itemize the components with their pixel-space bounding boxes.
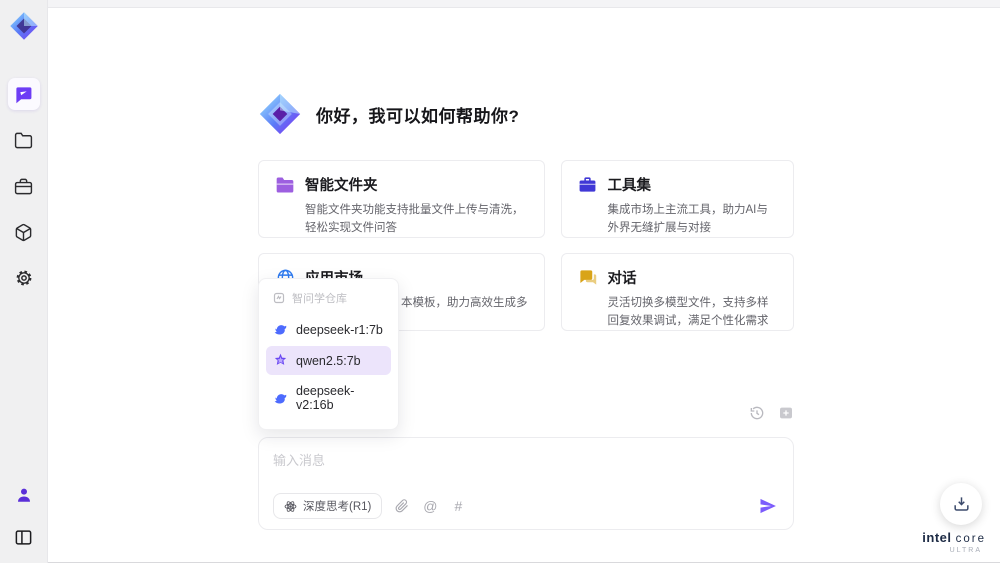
model-option-qwen[interactable]: qwen2.5:7b bbox=[266, 346, 391, 375]
model-option-label: deepseek-r1:7b bbox=[296, 322, 383, 337]
greeting: 你好，我可以如何帮助你? bbox=[258, 92, 519, 136]
sidebar-item-folders[interactable] bbox=[8, 124, 40, 156]
model-option-label: qwen2.5:7b bbox=[296, 353, 361, 368]
briefcase-icon bbox=[14, 178, 33, 194]
sidebar-item-chat[interactable] bbox=[7, 78, 40, 110]
history-icon[interactable] bbox=[748, 404, 765, 421]
send-button[interactable] bbox=[757, 495, 779, 517]
hashtag-icon[interactable]: # bbox=[450, 498, 466, 514]
sidebar bbox=[0, 0, 48, 563]
repo-label: 智问学仓库 bbox=[292, 293, 347, 305]
card-toolset[interactable]: 工具集 集成市场上主流工具，助力AI与外界无缝扩展与对接 bbox=[560, 160, 794, 238]
mini-window-icon[interactable] bbox=[777, 404, 794, 421]
window-top-strip bbox=[48, 0, 1000, 8]
sidebar-item-account[interactable] bbox=[8, 479, 40, 511]
card-description: 灵活切换多模型文件，支持多样回复效果调试，满足个性化需求 bbox=[607, 297, 769, 327]
sidebar-item-collapse-panel[interactable] bbox=[8, 521, 40, 553]
model-option-deepseek-v2[interactable]: deepseek-v2:16b bbox=[266, 377, 391, 419]
deep-think-toggle[interactable]: 深度思考(R1) bbox=[273, 493, 383, 519]
mention-icon[interactable]: @ bbox=[422, 498, 438, 514]
diamond-logo-icon bbox=[9, 12, 38, 40]
user-icon bbox=[17, 488, 30, 502]
intel-product-text: core bbox=[955, 532, 986, 545]
card-description: 智能文件夹功能支持批量文件上传与清洗，轻松实现文件问答 bbox=[305, 204, 524, 234]
page-title: 你好，我可以如何帮助你? bbox=[316, 106, 520, 126]
diamond-logo-icon bbox=[259, 93, 301, 135]
intel-brand-text: intel bbox=[922, 529, 952, 545]
gold-chat-icon bbox=[578, 268, 598, 288]
card-title: 对话 bbox=[607, 271, 637, 287]
card-smart-folder[interactable]: 智能文件夹 智能文件夹功能支持批量文件上传与清洗，轻松实现文件问答 bbox=[258, 160, 545, 238]
intel-core-badge: intel core ULTRA bbox=[922, 531, 986, 555]
card-description: 集成市场上主流工具，助力AI与外界无缝扩展与对接 bbox=[607, 204, 768, 234]
repo-icon bbox=[271, 291, 286, 306]
purple-folder-icon bbox=[275, 175, 295, 195]
gear-icon bbox=[16, 270, 31, 286]
folder-icon bbox=[14, 132, 33, 148]
sidebar-item-toolbox[interactable] bbox=[8, 170, 40, 202]
download-icon bbox=[953, 496, 969, 511]
intel-tier-text: ULTRA bbox=[949, 547, 982, 554]
sidebar-item-apps[interactable] bbox=[8, 216, 40, 248]
message-composer: 深度思考(R1) @ # bbox=[258, 437, 794, 530]
model-dropdown-menu: 智问学仓库 deepseek-r1:7b qwen2.5:7b deepseek… bbox=[258, 278, 399, 430]
model-option-label: deepseek-v2:16b bbox=[296, 384, 355, 412]
send-icon bbox=[760, 498, 776, 514]
panel-layout-icon bbox=[15, 529, 32, 545]
app-logo[interactable] bbox=[6, 8, 42, 44]
main-area: 你好，我可以如何帮助你? 智能文件夹 智能文件夹功能支持批量文件上传与清洗，轻松… bbox=[48, 0, 1000, 562]
message-input[interactable] bbox=[273, 450, 779, 490]
download-fab-button[interactable] bbox=[940, 483, 982, 525]
card-title: 工具集 bbox=[607, 178, 652, 194]
composer-toolbar: 深度思考(R1) @ # bbox=[273, 493, 779, 519]
sidebar-item-settings[interactable] bbox=[8, 262, 40, 294]
card-dialogue[interactable]: 对话 灵活切换多模型文件，支持多样回复效果调试，满足个性化需求 bbox=[560, 253, 794, 331]
deep-think-label: 深度思考(R1) bbox=[303, 501, 372, 513]
deepseek-whale-icon bbox=[273, 322, 288, 337]
model-option-deepseek-r1[interactable]: deepseek-r1:7b bbox=[266, 315, 391, 344]
attachment-icon[interactable] bbox=[394, 498, 410, 514]
chat-bubble-icon bbox=[16, 86, 32, 103]
briefcase-icon bbox=[578, 175, 598, 195]
qwen-icon bbox=[273, 353, 288, 368]
atom-icon bbox=[284, 500, 297, 512]
card-title: 智能文件夹 bbox=[305, 178, 378, 194]
model-repo-header: 智问学仓库 bbox=[266, 287, 391, 313]
cube-icon bbox=[15, 223, 32, 241]
deepseek-whale-icon bbox=[273, 391, 288, 406]
